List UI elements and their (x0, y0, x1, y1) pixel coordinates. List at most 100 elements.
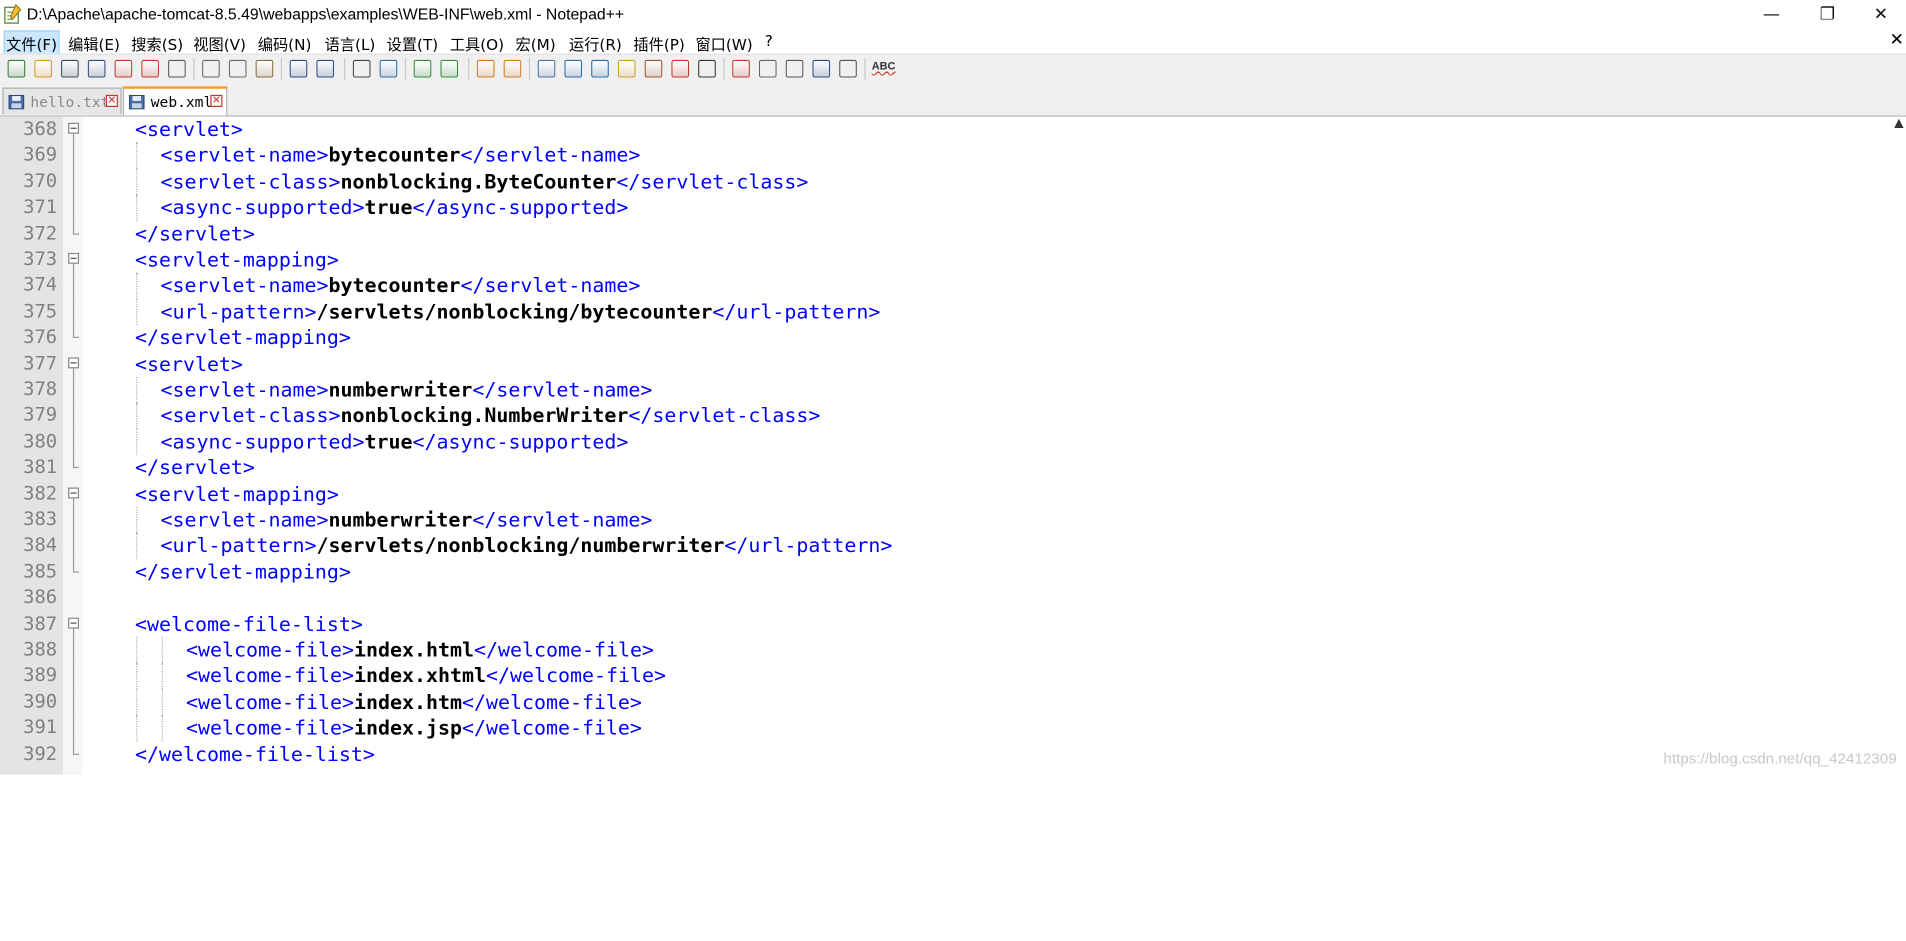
indent-guide (136, 506, 138, 533)
document-map-icon[interactable] (617, 59, 636, 78)
menu-run[interactable]: 运行(R) (568, 32, 623, 55)
sync-horizontal-icon[interactable] (503, 59, 522, 78)
redo-icon[interactable] (316, 59, 335, 78)
xml-tag: <servlet-name> (160, 143, 329, 168)
code-line: 374 <servlet-name>bytecounter</servlet-na… (0, 272, 1906, 299)
code-line: 381 </servlet> (0, 454, 1906, 481)
indent-guide (136, 376, 138, 403)
undo-icon[interactable] (289, 59, 308, 78)
xml-value: index.jsp (353, 716, 462, 740)
xml-tag: <welcome-file-list> (134, 612, 363, 636)
line-number: 371 (23, 195, 58, 218)
save-icon[interactable] (61, 59, 79, 78)
maximize-button[interactable]: ❐ (1799, 0, 1855, 29)
play-macro-icon[interactable] (785, 59, 804, 78)
menu-tools[interactable]: 工具(O) (449, 32, 506, 55)
menu-macro[interactable]: 宏(M) (514, 32, 557, 55)
notepad-window: D:\Apache\apache-tomcat-8.5.49\webapps\e… (0, 0, 1906, 775)
fold-toggle-icon[interactable] (68, 487, 80, 498)
close-window-button[interactable]: ✕ (1853, 0, 1906, 29)
save-macro-icon[interactable] (839, 59, 857, 78)
record-macro-icon[interactable] (732, 59, 750, 78)
fold-line (72, 376, 75, 403)
fold-toggle-icon[interactable] (68, 122, 80, 134)
menu-settings[interactable]: 设置(T) (385, 32, 439, 55)
run-macro-multiple-icon[interactable] (812, 59, 831, 78)
code-text: </welcome-file-list> (135, 741, 375, 767)
zoom-in-icon[interactable] (413, 59, 432, 78)
xml-tag: </url-pattern> (712, 300, 881, 324)
fold-toggle-icon[interactable] (68, 356, 80, 368)
xml-value: true (364, 195, 413, 220)
stop-record-icon[interactable] (758, 59, 777, 78)
close-tab-icon[interactable]: ✕ (210, 94, 223, 107)
indent-guide (136, 428, 138, 455)
xml-value: /servlets/nonblocking/numberwriter (316, 534, 725, 558)
toolbar-separator (864, 58, 866, 81)
line-number: 378 (23, 378, 58, 400)
zoom-out-icon[interactable] (440, 59, 459, 78)
indent-guide (136, 715, 138, 742)
tab-hello-txt[interactable]: hello.txt ✕ (2, 87, 122, 115)
code-text: <async-supported>true</async-supported> (160, 429, 628, 455)
menu-file[interactable]: 文件(F) (3, 30, 60, 56)
code-editor[interactable]: 368 <servlet> 369 <servlet-name>bytecounter… (0, 116, 1906, 775)
fold-end-marker (72, 559, 80, 573)
tab-label: web.xml (150, 93, 213, 111)
line-number: 373 (23, 248, 58, 270)
toolbar-separator (723, 58, 725, 81)
save-all-icon[interactable] (87, 59, 106, 78)
menu-view[interactable]: 视图(V) (192, 32, 247, 55)
word-wrap-icon[interactable] (537, 59, 556, 78)
menu-window[interactable]: 窗口(W) (694, 32, 754, 55)
code-line: 391 <welcome-file>index.jsp</welcome-file… (0, 715, 1906, 742)
open-file-icon[interactable] (34, 59, 52, 78)
xml-value: numberwriter (328, 378, 473, 402)
tab-web-xml[interactable]: web.xml ✕ (122, 86, 228, 116)
notepad-app-icon (4, 4, 22, 24)
xml-tag: </servlet> (134, 221, 255, 246)
tab-bar: hello.txt ✕ web.xml ✕ (0, 83, 1906, 117)
paste-icon[interactable] (255, 59, 274, 78)
minimize-button[interactable]: — (1743, 0, 1799, 29)
sync-vertical-icon[interactable] (476, 59, 495, 78)
line-number: 381 (23, 456, 58, 479)
show-all-chars-icon[interactable] (564, 59, 583, 78)
fold-end-marker (72, 454, 80, 469)
menu-plugins[interactable]: 插件(P) (632, 32, 686, 55)
indent-guide-icon[interactable] (591, 59, 609, 78)
line-number: 383 (23, 508, 58, 531)
menu-help[interactable]: ? (764, 32, 775, 50)
print-icon[interactable] (168, 59, 186, 78)
fold-toggle-icon[interactable] (68, 252, 80, 264)
fold-end-marker (72, 220, 80, 235)
close-icon[interactable] (114, 59, 133, 78)
find-icon[interactable] (352, 59, 371, 78)
function-list-icon[interactable] (644, 59, 663, 78)
replace-icon[interactable] (379, 59, 398, 78)
close-document-button[interactable]: ✕ (1890, 30, 1904, 49)
copy-icon[interactable] (228, 59, 247, 78)
monitor-icon[interactable] (698, 59, 716, 78)
xml-tag: <servlet-class> (160, 169, 341, 194)
fold-line (72, 628, 75, 638)
menu-encoding[interactable]: 编码(N) (257, 32, 313, 55)
code-line: 373 <servlet-mapping> (0, 247, 1906, 273)
window-title: D:\Apache\apache-tomcat-8.5.49\webapps\e… (26, 4, 625, 24)
new-file-icon[interactable] (7, 59, 26, 78)
menu-search[interactable]: 搜索(S) (130, 32, 184, 55)
fold-line (72, 142, 75, 169)
close-all-icon[interactable] (141, 59, 159, 78)
menu-edit[interactable]: 编辑(E) (67, 32, 121, 55)
fold-toggle-icon[interactable] (68, 617, 80, 629)
indent-guide (136, 402, 138, 429)
line-number: 389 (23, 664, 58, 687)
scroll-up-arrow-icon[interactable]: ▲ (1894, 117, 1906, 132)
folder-workspace-icon[interactable] (671, 59, 690, 78)
xml-value: /servlets/nonblocking/bytecounter (316, 300, 713, 324)
close-tab-icon[interactable]: ✕ (105, 94, 118, 107)
spell-check-icon[interactable]: ABC (872, 58, 896, 79)
fold-line (72, 194, 75, 221)
menu-language[interactable]: 语言(L) (323, 32, 376, 55)
cut-icon[interactable] (202, 59, 220, 78)
